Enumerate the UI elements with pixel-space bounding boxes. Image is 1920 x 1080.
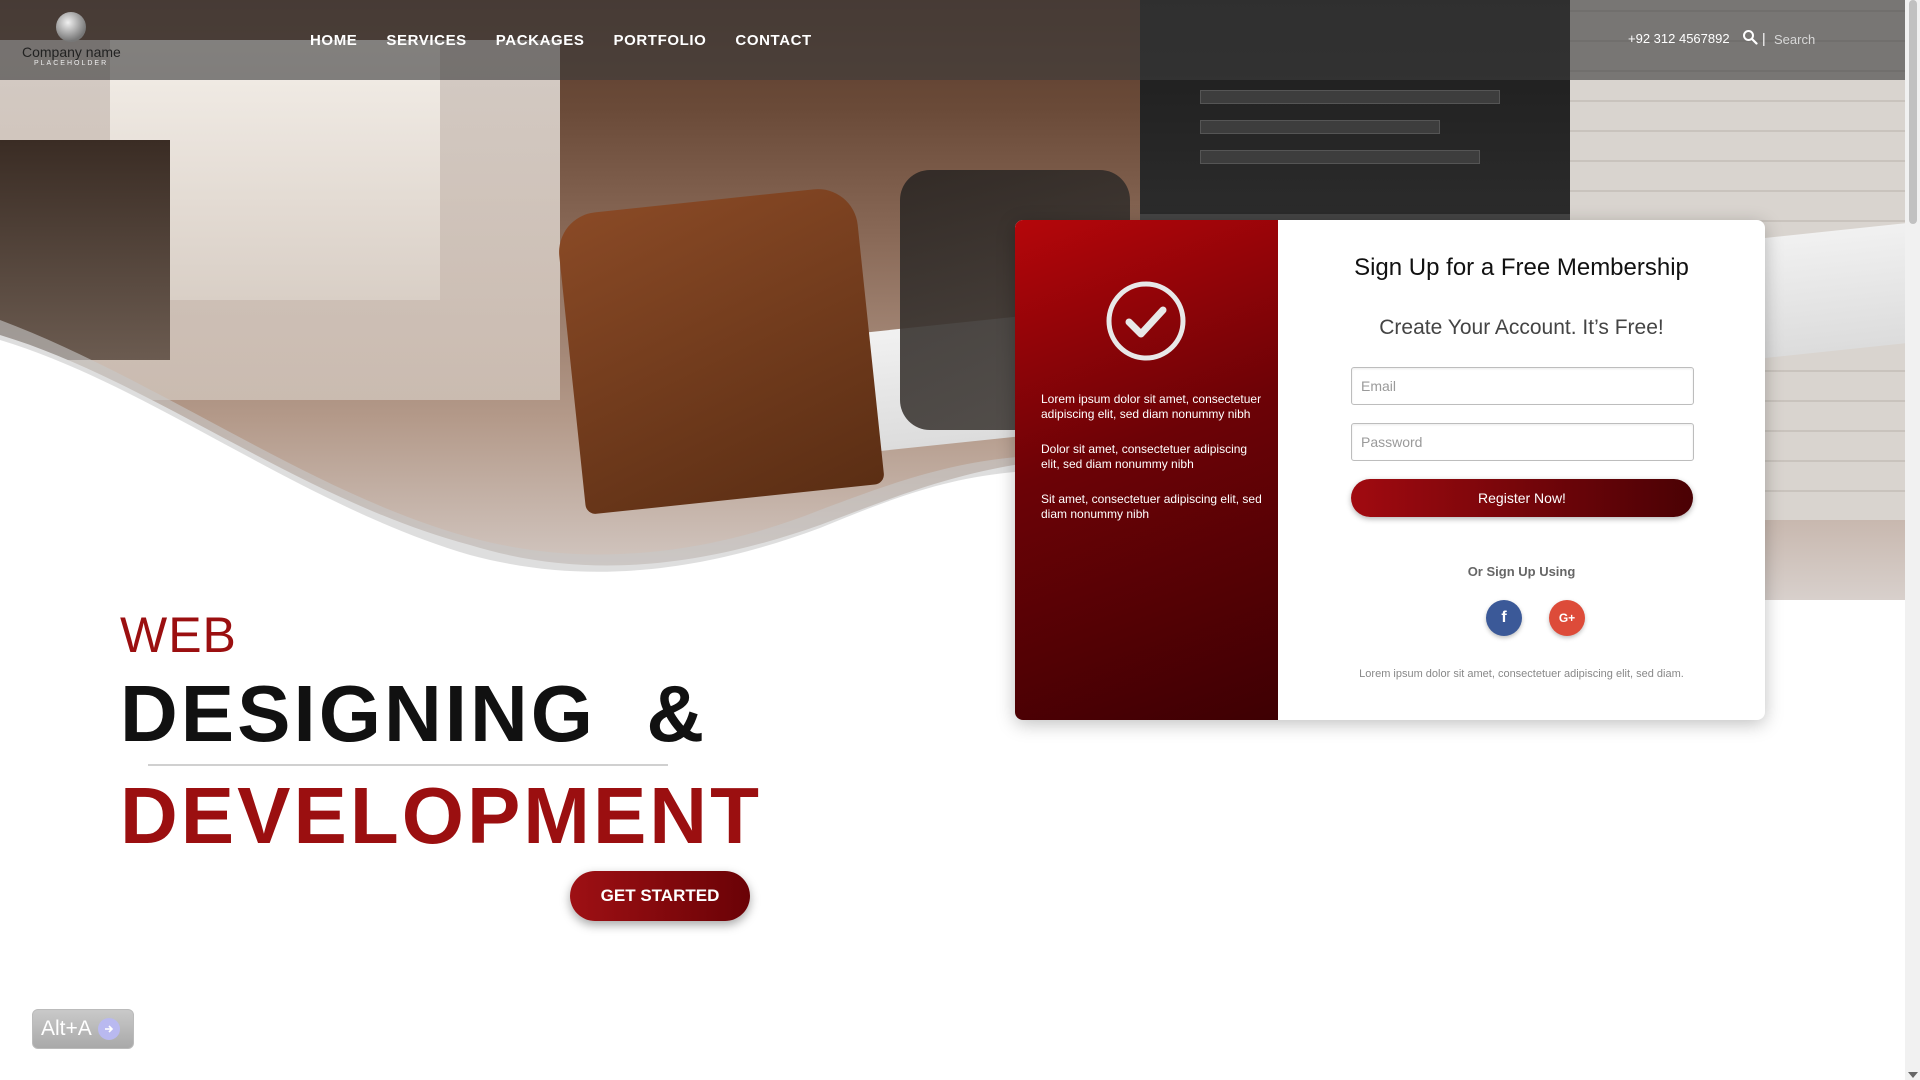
benefit-text-1: Lorem ipsum dolor sit amet, consectetuer…	[1041, 392, 1262, 421]
headline-designing: DESIGNING &	[120, 669, 708, 758]
check-circle-icon	[1106, 281, 1186, 361]
headline-development: DEVELOPMENT	[120, 771, 762, 860]
page-scrollbar[interactable]	[1905, 0, 1920, 1080]
logo-tagline: PLACEHOLDER	[34, 60, 109, 67]
email-field[interactable]	[1351, 367, 1694, 405]
facebook-icon: f	[1501, 609, 1507, 626]
facebook-signup-button[interactable]: f	[1486, 600, 1522, 636]
accessibility-shortcut-badge[interactable]: Alt+A	[32, 1009, 134, 1049]
nav-contact[interactable]: CONTACT	[735, 32, 811, 49]
benefit-text-3: Sit amet, consectetuer adipiscing elit, …	[1041, 492, 1262, 521]
phone-number[interactable]: +92 312 4567892	[1628, 31, 1730, 46]
nav-services[interactable]: SERVICES	[386, 32, 466, 49]
search-input[interactable]	[1772, 29, 1892, 49]
headline-divider	[148, 764, 668, 766]
search-divider: |	[1762, 30, 1766, 46]
main-nav: HOME SERVICES PACKAGES PORTFOLIO CONTACT	[310, 0, 812, 80]
arrow-right-icon	[97, 1018, 120, 1040]
logo-name: Company name	[22, 44, 121, 60]
register-button[interactable]: Register Now!	[1351, 479, 1693, 517]
password-field[interactable]	[1351, 423, 1694, 461]
signup-card: Lorem ipsum dolor sit amet, consectetuer…	[1015, 220, 1765, 720]
search-icon[interactable]	[1742, 29, 1758, 45]
signup-form: Sign Up for a Free Membership Create You…	[1278, 220, 1765, 720]
nav-packages[interactable]: PACKAGES	[496, 32, 585, 49]
signup-footer-text: Lorem ipsum dolor sit amet, consectetuer…	[1359, 668, 1684, 680]
scroll-down-icon[interactable]	[1908, 1072, 1918, 1078]
company-logo[interactable]: Company name PLACEHOLDER	[22, 12, 122, 70]
site-header: Company name PLACEHOLDER HOME SERVICES P…	[0, 0, 1905, 80]
shortcut-label: Alt+A	[41, 1017, 92, 1040]
get-started-button[interactable]: GET STARTED	[570, 871, 750, 921]
benefit-text-2: Dolor sit amet, consectetuer adipiscing …	[1041, 442, 1248, 471]
headline-web: WEB	[120, 607, 237, 663]
nav-home[interactable]: HOME	[310, 32, 357, 49]
hero-headline: WEB DESIGNING & DEVELOPMENT	[120, 610, 762, 856]
google-plus-icon: G+	[1558, 611, 1576, 625]
scrollbar-thumb[interactable]	[1909, 0, 1917, 224]
signup-subtitle: Create Your Account. It’s Free!	[1379, 316, 1664, 339]
nav-portfolio[interactable]: PORTFOLIO	[614, 32, 707, 49]
google-plus-signup-button[interactable]: G+	[1549, 600, 1585, 636]
or-sign-up-label: Or Sign Up Using	[1467, 564, 1576, 579]
signup-benefits-panel: Lorem ipsum dolor sit amet, consectetuer…	[1015, 220, 1278, 720]
logo-mark	[56, 12, 86, 42]
signup-title: Sign Up for a Free Membership	[1354, 254, 1689, 281]
